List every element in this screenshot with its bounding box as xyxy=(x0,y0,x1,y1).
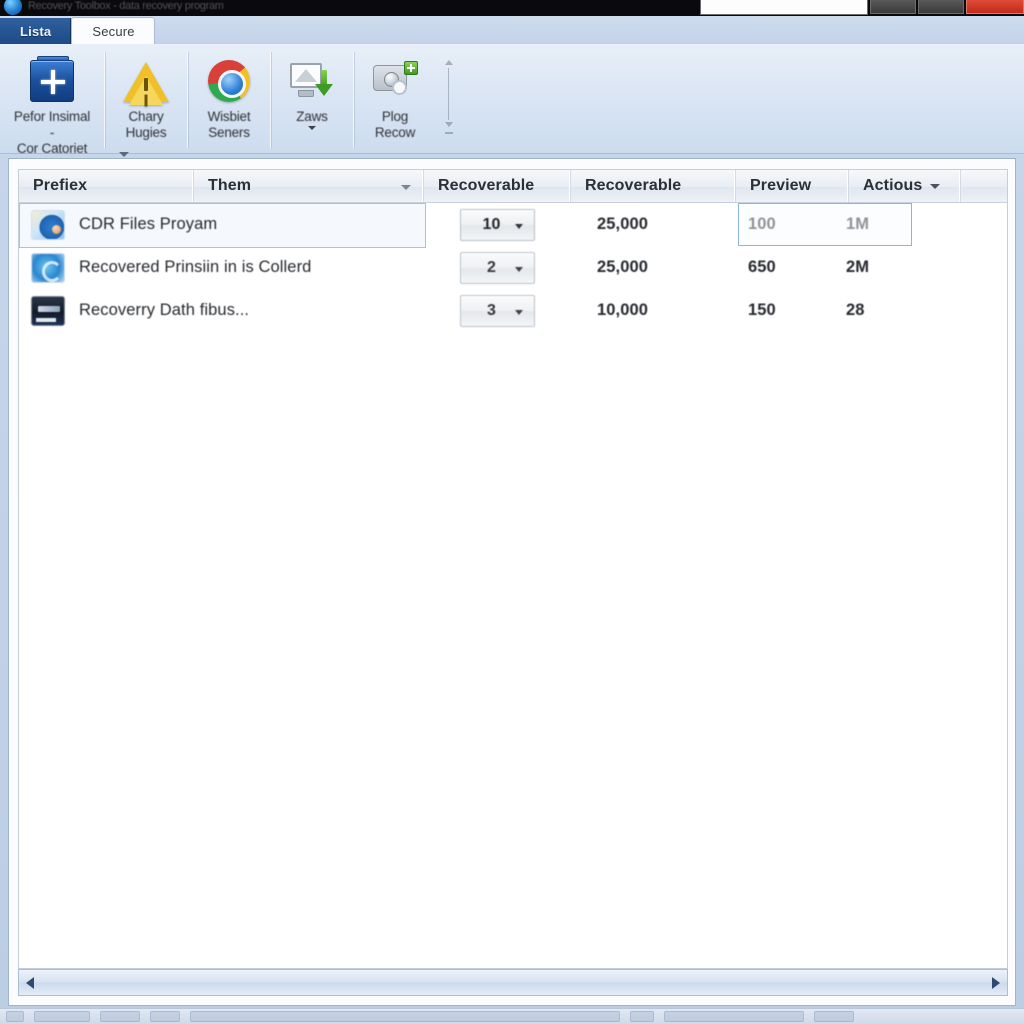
spinner-overflow-icon[interactable] xyxy=(445,132,453,134)
web-servers-button[interactable]: Wisbiet Seners xyxy=(192,52,266,141)
count-dropdown[interactable]: 3 xyxy=(460,294,535,327)
row-actions-cell: 28 xyxy=(846,301,865,319)
spinner-down-icon[interactable] xyxy=(445,122,453,127)
row-name-cell: Recovered Prinsiin in is Collerd xyxy=(79,258,312,276)
saves-dropdown-button[interactable]: Zaws xyxy=(275,52,349,130)
tab-lista[interactable]: Lista xyxy=(0,18,72,45)
chevron-down-icon[interactable] xyxy=(515,309,523,315)
close-button[interactable] xyxy=(966,0,1024,14)
warning-hugies-button[interactable]: Chary Hugies xyxy=(109,52,183,141)
data-grid: Prefiex Them Recoverable Recoverable Pre… xyxy=(18,169,1008,969)
ribbon-scroll-spinner[interactable] xyxy=(438,56,460,142)
row-icon-cell xyxy=(19,246,76,289)
content-panel: Prefiex Them Recoverable Recoverable Pre… xyxy=(8,158,1016,1006)
row-preview-cell: 150 xyxy=(748,301,776,319)
add-device-icon xyxy=(29,56,75,104)
chevron-down-icon[interactable] xyxy=(515,266,523,272)
ribbon-tab-strip: Lista Secure xyxy=(0,16,1024,45)
taskbar xyxy=(0,1008,1024,1024)
ribbon-group-1: Pefor Insimal - Cor Catoriet xyxy=(0,52,105,156)
scroll-left-icon[interactable] xyxy=(26,976,34,989)
row-count-cell: 10 xyxy=(424,203,571,246)
row-icon-cell xyxy=(19,203,76,246)
column-header-actions[interactable]: Actious xyxy=(849,170,961,202)
ribbon-group-3: Wisbiet Seners xyxy=(188,52,271,148)
drive-recovery-icon xyxy=(30,295,65,326)
ribbon-toolbar: Pefor Insimal - Cor Catoriet Chary Hugie… xyxy=(0,44,1024,156)
row-actions-cell: 1M xyxy=(846,215,870,233)
minimize-button[interactable] xyxy=(870,0,916,14)
taskbar-item[interactable] xyxy=(34,1011,90,1022)
ribbon-button-3-label: Wisbiet Seners xyxy=(207,109,251,140)
row-icon-cell xyxy=(19,289,76,332)
taskbar-item[interactable] xyxy=(6,1011,24,1022)
column-header-preview[interactable]: Preview xyxy=(736,170,849,202)
spinner-up-icon[interactable] xyxy=(445,60,453,65)
chevron-down-icon[interactable] xyxy=(401,185,411,190)
scroll-right-icon[interactable] xyxy=(992,976,1000,989)
data-grid-header: Prefiex Them Recoverable Recoverable Pre… xyxy=(19,170,1007,203)
row-preview-cell: 100 xyxy=(748,215,776,233)
column-header-them[interactable]: Them xyxy=(194,170,424,202)
chevron-down-icon[interactable] xyxy=(308,126,316,130)
title-bar: Recovery Toolbox - data recovery program xyxy=(0,0,1024,16)
row-count-cell: 3 xyxy=(424,289,571,332)
ribbon-button-1-label: Pefor Insimal - Cor Catoriet xyxy=(13,109,91,156)
search-input[interactable] xyxy=(700,0,868,15)
taskbar-item[interactable] xyxy=(814,1011,854,1022)
chevron-down-icon[interactable] xyxy=(515,223,523,229)
row-actions-cell: 2M xyxy=(846,258,870,276)
row-recoverable-cell: 25,000 xyxy=(597,258,649,276)
app-globe-icon xyxy=(4,0,22,15)
taskbar-item[interactable] xyxy=(150,1011,180,1022)
count-dropdown[interactable]: 10 xyxy=(460,208,535,241)
table-row[interactable]: CDR Files Proyam 10 25,000 100 1M xyxy=(19,203,1007,248)
chevron-down-icon[interactable] xyxy=(930,183,941,189)
row-preview-cell: 650 xyxy=(748,258,776,276)
row-recoverable-cell: 10,000 xyxy=(597,301,649,319)
window-title: Recovery Toolbox - data recovery program xyxy=(28,0,224,12)
row-count-cell: 2 xyxy=(424,246,571,289)
application-window: Recovery Toolbox - data recovery program… xyxy=(0,0,1024,1024)
taskbar-item[interactable] xyxy=(630,1011,654,1022)
ribbon-button-4-label: Zaws xyxy=(296,109,328,124)
ribbon-group-4: Zaws xyxy=(271,52,354,148)
row-name-cell: Recoverry Dath fibus... xyxy=(79,301,250,319)
taskbar-item[interactable] xyxy=(664,1011,804,1022)
count-dropdown[interactable]: 2 xyxy=(460,251,535,284)
monitor-download-icon xyxy=(289,58,335,104)
tab-strip-filler xyxy=(155,29,1024,45)
horizontal-scrollbar[interactable] xyxy=(18,969,1008,996)
ribbon-button-2-label: Chary Hugies xyxy=(125,109,167,140)
maximize-button[interactable] xyxy=(918,0,964,14)
ribbon-collapse-icon[interactable] xyxy=(119,152,129,157)
column-header-filler xyxy=(961,170,1007,202)
ribbon-button-5-label: Plog Recow xyxy=(374,109,416,140)
tab-secure-label: Secure xyxy=(92,24,135,39)
file-recovery-icon xyxy=(30,209,65,240)
browser-circle-icon xyxy=(206,58,252,104)
tab-lista-label: Lista xyxy=(20,24,52,39)
spinner-track xyxy=(448,68,449,120)
column-header-recoverable-2[interactable]: Recoverable xyxy=(571,170,736,202)
disc-recovery-icon xyxy=(30,252,65,283)
plug-recover-button[interactable]: Plog Recow xyxy=(358,52,432,141)
device-scan-icon xyxy=(372,58,418,104)
perform-initial-scan-button[interactable]: Pefor Insimal - Cor Catoriet xyxy=(4,52,100,157)
warning-triangle-icon xyxy=(123,58,169,105)
taskbar-item[interactable] xyxy=(100,1011,140,1022)
row-name-cell: CDR Files Proyam xyxy=(79,215,218,233)
table-row[interactable]: Recoverry Dath fibus... 3 10,000 150 28 xyxy=(19,289,1007,332)
column-header-prefix[interactable]: Prefiex xyxy=(19,170,194,202)
tab-secure[interactable]: Secure xyxy=(71,17,155,45)
ribbon-group-5: Plog Recow xyxy=(354,52,464,148)
column-header-recoverable-1[interactable]: Recoverable xyxy=(424,170,571,202)
ribbon-group-2: Chary Hugies xyxy=(105,52,188,148)
taskbar-item[interactable] xyxy=(190,1011,620,1022)
table-row[interactable]: Recovered Prinsiin in is Collerd 2 25,00… xyxy=(19,246,1007,289)
row-recoverable-cell: 25,000 xyxy=(597,215,649,233)
